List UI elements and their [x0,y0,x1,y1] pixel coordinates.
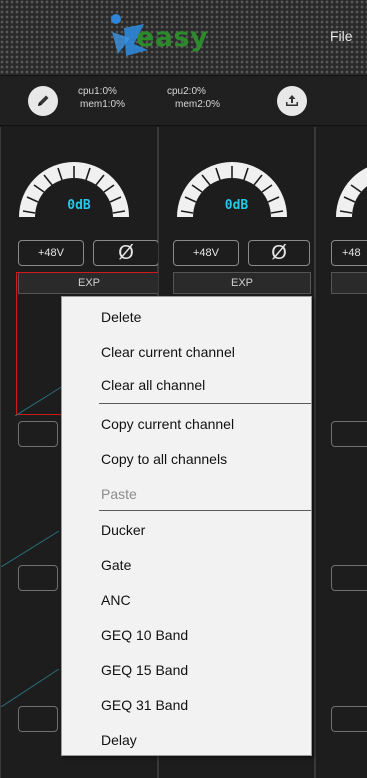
upload-icon [286,95,298,106]
module-slot[interactable] [18,565,58,591]
mem1-readout: mem1:0% [80,99,126,110]
cpu2-readout: cpu2:0% [167,86,206,97]
phantom-power-button[interactable]: +48 [331,240,367,266]
menu-item-gate[interactable]: Gate [62,548,311,582]
title-bar: easy File [0,0,367,76]
menu-item-geq-10-band[interactable]: GEQ 10 Band [62,618,311,652]
status-bar: cpu1:0% mem1:0% cpu2:0% mem2:0% [0,76,367,126]
curve-line [15,385,64,416]
module-slot[interactable] [18,421,58,447]
menu-item-clear-current-channel[interactable]: Clear current channel [62,335,311,369]
curve-line [1,668,60,707]
menu-file[interactable]: File [330,28,353,44]
menu-item-copy-to-all-channels[interactable]: Copy to all channels [62,442,311,476]
module-slot[interactable] [18,706,58,732]
gain-knob[interactable] [15,155,133,225]
menu-item-geq-31-band[interactable]: GEQ 31 Band [62,688,311,722]
phantom-power-button[interactable]: +48V [173,240,239,266]
module-slot[interactable] [331,565,367,591]
module-slot[interactable] [331,706,367,732]
mem2-readout: mem2:0% [175,99,221,110]
phase-invert-button[interactable]: Ø [93,240,159,266]
gain-value: 0dB [67,198,91,213]
gain-knob[interactable] [173,155,291,225]
gain-knob[interactable] [332,155,367,225]
menu-item-geq-15-band[interactable]: GEQ 15 Band [62,653,311,687]
menu-item-copy-current-channel[interactable]: Copy current channel [62,407,311,441]
pencil-icon [38,95,49,106]
menu-separator [99,403,311,404]
exp-module[interactable] [331,272,367,294]
menu-item-anc[interactable]: ANC [62,583,311,617]
menu-separator [99,510,311,511]
cpu1-readout: cpu1:0% [78,86,117,97]
menu-item-paste: Paste [101,486,137,502]
phase-invert-button[interactable]: Ø [248,240,310,266]
upload-button[interactable] [277,86,307,116]
menu-item-delay[interactable]: Delay [62,723,311,757]
gain-value: 0dB [224,198,249,213]
logo-text: easy [136,22,209,53]
phantom-power-button[interactable]: +48V [18,240,84,266]
curve-line [1,530,60,567]
menu-item-ducker[interactable]: Ducker [62,513,311,547]
menu-item-delete[interactable]: Delete [62,300,311,334]
app-window: easy File cpu1:0% mem1:0% cpu2:0% mem2:0… [0,0,367,778]
context-menu: Delete Clear current channel Clear all c… [61,296,312,756]
menu-item-clear-all-channel[interactable]: Clear all channel [62,368,311,402]
module-slot[interactable] [331,421,367,447]
edit-button[interactable] [28,86,58,116]
channel-strip-3: +48 [315,127,367,778]
exp-module[interactable]: EXP [173,272,311,294]
